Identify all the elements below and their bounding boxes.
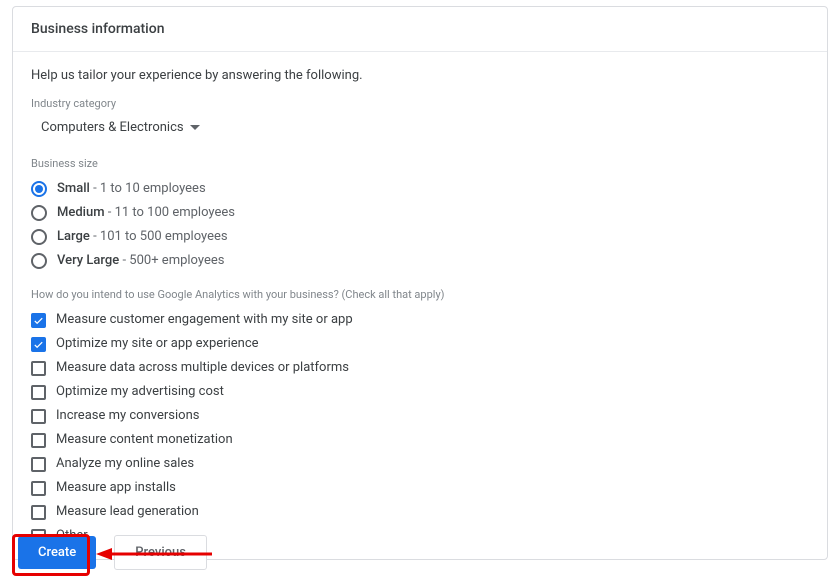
usage-option[interactable]: Measure app installs [31, 479, 809, 497]
checkbox-label: Analyze my online sales [56, 455, 194, 473]
create-button[interactable]: Create [18, 536, 96, 569]
checkbox-icon [31, 481, 46, 496]
radio-label-main: Large [57, 229, 90, 244]
checkbox-icon [31, 337, 46, 352]
usage-option[interactable]: Measure data across multiple devices or … [31, 359, 809, 377]
radio-label-main: Medium [57, 205, 105, 220]
business-information-card: Business information Help us tailor your… [12, 6, 828, 560]
usage-option[interactable]: Measure lead generation [31, 503, 809, 521]
footer-actions: Create Previous [18, 535, 207, 570]
industry-category-label: Industry category [31, 97, 809, 110]
checkbox-label: Measure content monetization [56, 431, 233, 449]
checkbox-label: Measure app installs [56, 479, 176, 497]
usage-checkbox-group: Measure customer engagement with my site… [31, 311, 809, 545]
business-size-option[interactable]: Large - 101 to 500 employees [31, 228, 809, 246]
usage-option[interactable]: Measure content monetization [31, 431, 809, 449]
card-title: Business information [13, 7, 827, 52]
checkbox-label: Measure lead generation [56, 503, 199, 521]
checkbox-label: Measure customer engagement with my site… [56, 311, 353, 329]
business-size-radio-group: Small - 1 to 10 employees Medium - 11 to … [31, 180, 809, 270]
radio-icon [31, 181, 47, 197]
business-size-option[interactable]: Very Large - 500+ employees [31, 252, 809, 270]
checkbox-icon [31, 361, 46, 376]
usage-option[interactable]: Optimize my site or app experience [31, 335, 809, 353]
checkbox-icon [31, 385, 46, 400]
checkbox-icon [31, 457, 46, 472]
previous-button[interactable]: Previous [114, 535, 207, 570]
checkbox-icon [31, 505, 46, 520]
usage-option[interactable]: Optimize my advertising cost [31, 383, 809, 401]
radio-label-main: Small [57, 181, 90, 196]
industry-category-dropdown[interactable]: Computers & Electronics [31, 116, 206, 139]
usage-option[interactable]: Analyze my online sales [31, 455, 809, 473]
radio-icon [31, 205, 47, 221]
card-body: Help us tailor your experience by answer… [13, 52, 827, 559]
industry-category-value: Computers & Electronics [41, 120, 184, 135]
business-size-option[interactable]: Medium - 11 to 100 employees [31, 204, 809, 222]
usage-label: How do you intend to use Google Analytic… [31, 288, 809, 301]
help-text: Help us tailor your experience by answer… [31, 68, 809, 83]
radio-icon [31, 253, 47, 269]
checkbox-icon [31, 313, 46, 328]
radio-label-detail: - 11 to 100 employees [105, 205, 235, 220]
usage-option[interactable]: Increase my conversions [31, 407, 809, 425]
radio-label-detail: - 1 to 10 employees [90, 181, 206, 196]
radio-icon [31, 229, 47, 245]
business-size-label: Business size [31, 157, 809, 170]
business-size-option[interactable]: Small - 1 to 10 employees [31, 180, 809, 198]
checkbox-label: Increase my conversions [56, 407, 199, 425]
radio-label-detail: - 101 to 500 employees [90, 229, 228, 244]
checkbox-label: Measure data across multiple devices or … [56, 359, 349, 377]
usage-option[interactable]: Measure customer engagement with my site… [31, 311, 809, 329]
radio-label-detail: - 500+ employees [119, 253, 224, 268]
checkbox-label: Optimize my site or app experience [56, 335, 259, 353]
checkbox-icon [31, 409, 46, 424]
radio-label-main: Very Large [57, 253, 119, 268]
dropdown-arrow-icon [190, 125, 200, 130]
checkbox-label: Optimize my advertising cost [56, 383, 224, 401]
checkbox-icon [31, 433, 46, 448]
